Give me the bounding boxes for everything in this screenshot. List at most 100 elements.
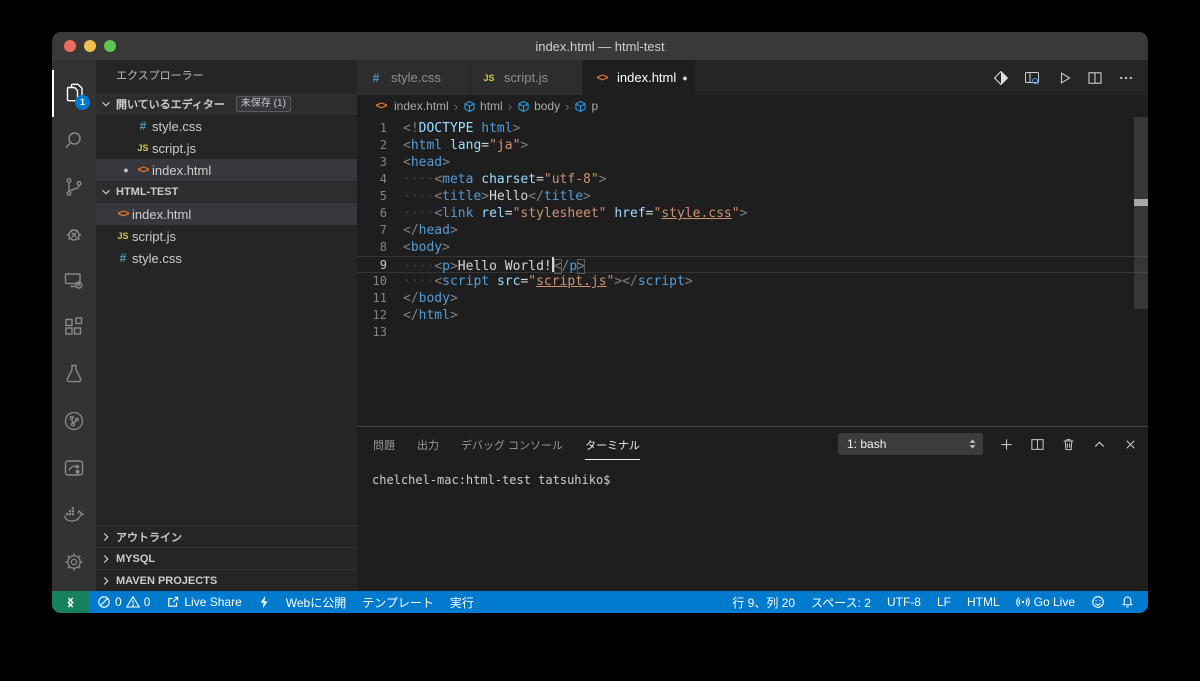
- code-token: html: [481, 121, 512, 136]
- code-token: body: [419, 291, 450, 306]
- activity-extensions-button[interactable]: [52, 304, 96, 351]
- scrollbar-slider[interactable]: [1134, 117, 1148, 309]
- title-bar[interactable]: index.html — html-test: [52, 32, 1148, 60]
- chevron-right-icon: [99, 530, 113, 544]
- status-remote[interactable]: [52, 591, 89, 613]
- split-terminal-icon: [1030, 437, 1045, 452]
- split-terminal-button[interactable]: [1030, 437, 1045, 452]
- new-terminal-button[interactable]: [999, 437, 1014, 452]
- section-アウトライン[interactable]: アウトライン: [96, 525, 357, 547]
- code-editor[interactable]: 1<!DOCTYPE html>2<html lang="ja">3<head>…: [357, 117, 1148, 426]
- status-encoding[interactable]: UTF-8: [879, 591, 929, 613]
- kill-terminal-button[interactable]: [1061, 437, 1076, 452]
- terminal-prompt[interactable]: chelchel-mac:html-test tatsuhiko$: [372, 473, 1148, 487]
- open-editor-script.js[interactable]: JSscript.js: [96, 137, 357, 159]
- status-go-live[interactable]: Go Live: [1008, 591, 1083, 613]
- status-publish-web[interactable]: Webに公開: [278, 591, 354, 613]
- zoom-window-button[interactable]: [104, 40, 116, 52]
- open-editors-header[interactable]: 開いているエディター 未保存 (1): [96, 93, 357, 115]
- tab-index.html[interactable]: <>index.html●: [583, 60, 696, 95]
- share-icon: [166, 595, 180, 609]
- code-token: meta: [442, 172, 473, 187]
- code-line-5[interactable]: 5····<title>Hello</title>: [357, 188, 1148, 205]
- terminal-select[interactable]: 1: bash: [838, 433, 983, 455]
- terminal-view[interactable]: chelchel-mac:html-test tatsuhiko$: [357, 461, 1148, 591]
- section-MAVEN PROJECTS[interactable]: MAVEN PROJECTS: [96, 569, 357, 591]
- breadcrumb-item-p[interactable]: p: [574, 99, 598, 113]
- breadcrumb-item-body[interactable]: body: [517, 99, 560, 113]
- status-language-mode[interactable]: HTML: [959, 591, 1008, 613]
- close-panel-button[interactable]: [1123, 437, 1138, 452]
- code-line-13[interactable]: 13: [357, 324, 1148, 341]
- code-token: <: [403, 138, 411, 153]
- overview-ruler-cursor-marker: [1134, 199, 1148, 206]
- activity-manage-button[interactable]: [52, 538, 96, 585]
- section-MYSQL[interactable]: MYSQL: [96, 547, 357, 569]
- status-bar-right: 行 9、列 20スペース: 2UTF-8LFHTMLGo Live: [724, 591, 1148, 613]
- open-editor-index.html[interactable]: ●<>index.html: [96, 159, 357, 181]
- status-eol[interactable]: LF: [929, 591, 959, 613]
- code-line-4[interactable]: 4····<meta charset="utf-8">: [357, 171, 1148, 188]
- activity-docker-button[interactable]: [52, 491, 96, 538]
- activity-remote-explorer-button[interactable]: [52, 257, 96, 304]
- panel-actions: [999, 437, 1138, 452]
- activity-screenshot-tool-button[interactable]: [52, 445, 96, 492]
- code-token: >: [583, 189, 591, 204]
- code-line-12[interactable]: 12</html>: [357, 307, 1148, 324]
- tab-style.css[interactable]: #style.css: [357, 60, 470, 95]
- code-line-7[interactable]: 7</head>: [357, 222, 1148, 239]
- code-line-8[interactable]: 8<body>: [357, 239, 1148, 256]
- code-line-2[interactable]: 2<html lang="ja">: [357, 137, 1148, 154]
- tab-script.js[interactable]: JSscript.js: [470, 60, 583, 95]
- minimize-window-button[interactable]: [84, 40, 96, 52]
- file-style.css[interactable]: #style.css: [96, 247, 357, 269]
- format-button[interactable]: [993, 70, 1009, 86]
- status-live-share[interactable]: Live Share: [158, 591, 249, 613]
- file-name: index.html: [152, 163, 211, 178]
- code-line-11[interactable]: 11</body>: [357, 290, 1148, 307]
- activity-explorer-button[interactable]: 1: [52, 70, 96, 117]
- code-token: script.js: [536, 274, 606, 289]
- panel-tab-出力[interactable]: 出力: [417, 429, 439, 460]
- open-preview-button[interactable]: [1024, 70, 1041, 86]
- status-feedback[interactable]: [1083, 591, 1113, 613]
- line-number: 6: [357, 205, 403, 222]
- more-actions-button[interactable]: [1118, 70, 1134, 86]
- modified-dot-icon[interactable]: ●: [682, 73, 687, 83]
- activity-testing-button[interactable]: [52, 351, 96, 398]
- status-problems[interactable]: 00: [89, 591, 158, 613]
- breadcrumb-item-index.html[interactable]: <>index.html: [372, 99, 449, 113]
- code-line-3[interactable]: 3<head>: [357, 154, 1148, 171]
- close-window-button[interactable]: [64, 40, 76, 52]
- status-indentation[interactable]: スペース: 2: [803, 591, 879, 613]
- status-text: 0: [144, 595, 151, 609]
- breadcrumb-item-html[interactable]: html: [463, 99, 503, 113]
- activity-debug-button[interactable]: [52, 210, 96, 257]
- activity-source-control-button[interactable]: [52, 164, 96, 211]
- code-line-6[interactable]: 6····<link rel="stylesheet" href="style.…: [357, 205, 1148, 222]
- status-run-task[interactable]: 実行: [442, 591, 482, 613]
- panel-tab-ターミナル[interactable]: ターミナル: [585, 429, 640, 460]
- file-script.js[interactable]: JSscript.js: [96, 225, 357, 247]
- open-editor-style.css[interactable]: #style.css: [96, 115, 357, 137]
- status-lightning[interactable]: [250, 591, 278, 613]
- run-button[interactable]: [1056, 70, 1072, 86]
- split-editor-button[interactable]: [1087, 70, 1103, 86]
- file-index.html[interactable]: <>index.html: [96, 203, 357, 225]
- status-notifications[interactable]: [1113, 591, 1142, 613]
- panel-tab-問題[interactable]: 問題: [373, 429, 395, 460]
- code-line-9[interactable]: 9····<p>Hello World!</p>: [357, 256, 1148, 273]
- code-line-10[interactable]: 10····<script src="script.js"></script>: [357, 273, 1148, 290]
- status-template[interactable]: テンプレート: [354, 591, 442, 613]
- editor-scrollbar[interactable]: [1134, 117, 1148, 426]
- maximize-panel-button[interactable]: [1092, 437, 1107, 452]
- status-text: Webに公開: [286, 594, 346, 611]
- activity-project-manager-button[interactable]: [52, 398, 96, 445]
- code-token: <: [434, 206, 442, 221]
- activity-search-button[interactable]: [52, 117, 96, 164]
- project-header[interactable]: HTML-TEST: [96, 181, 357, 203]
- status-cursor-position[interactable]: 行 9、列 20: [724, 591, 803, 613]
- code-line-1[interactable]: 1<!DOCTYPE html>: [357, 120, 1148, 137]
- panel-tab-デバッグ コンソール[interactable]: デバッグ コンソール: [461, 429, 563, 460]
- code-token: =: [505, 206, 513, 221]
